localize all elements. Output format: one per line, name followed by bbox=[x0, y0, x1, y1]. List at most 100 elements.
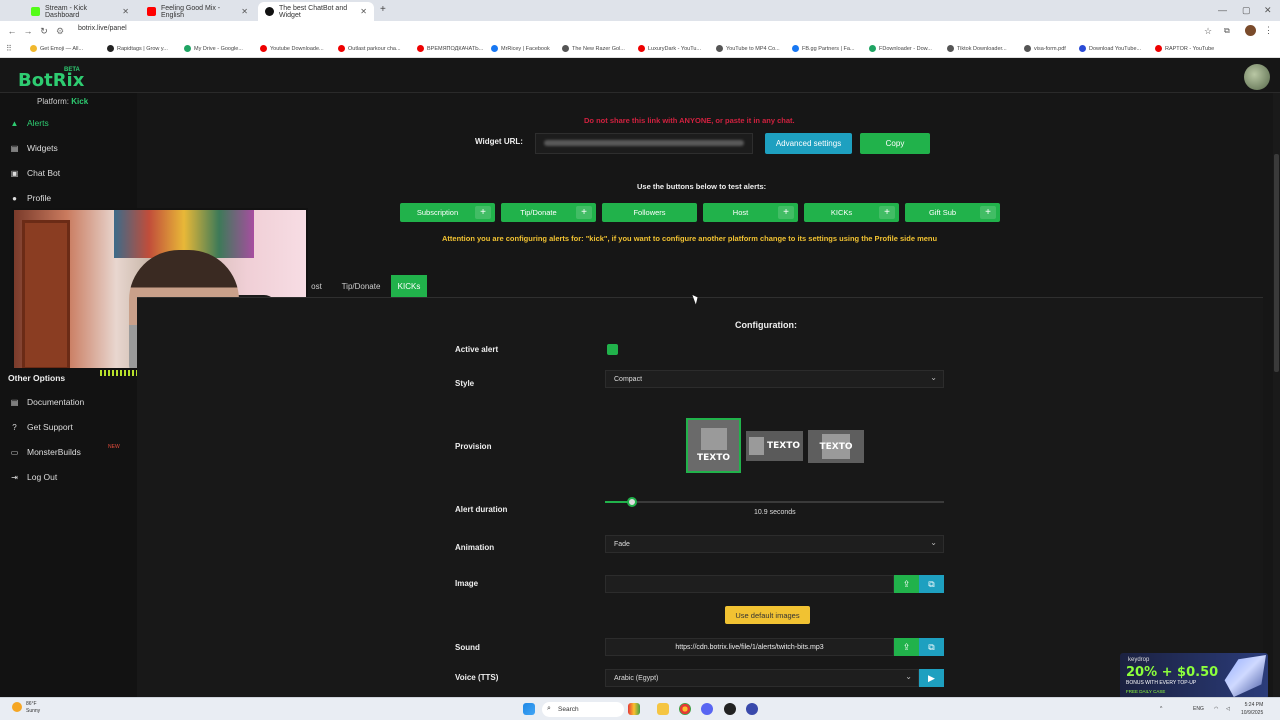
tab-kicks[interactable]: KICKs bbox=[391, 275, 427, 297]
user-icon: ● bbox=[12, 193, 17, 203]
sound-field[interactable]: https://cdn.botrix.live/file/1/alerts/tw… bbox=[605, 638, 894, 656]
gallery-image-icon[interactable]: ⧉ bbox=[919, 575, 944, 593]
copy-button[interactable]: Copy bbox=[860, 133, 930, 154]
bookmark-item[interactable]: Get Emoji — All... bbox=[30, 45, 83, 52]
weather-temp: 86°F bbox=[26, 701, 37, 707]
sidebar-item-monsterbuilds[interactable]: ▭ MonsterBuilds bbox=[10, 447, 81, 457]
new-badge: NEW bbox=[108, 444, 120, 450]
provision-option-side[interactable]: TEXTO bbox=[746, 431, 803, 461]
tab-botrix[interactable]: The best ChatBot and Widget ✕ bbox=[258, 2, 374, 21]
bookmark-item[interactable]: The New Razer Gol... bbox=[562, 45, 625, 52]
app-icon[interactable] bbox=[746, 703, 758, 715]
image-field[interactable] bbox=[605, 575, 894, 593]
gallery-sound-icon[interactable]: ⧉ bbox=[919, 638, 944, 656]
configuration-title: Configuration: bbox=[735, 320, 797, 330]
user-avatar[interactable] bbox=[1244, 64, 1270, 90]
sidebar-item-get-support[interactable]: ? Get Support bbox=[10, 422, 73, 432]
active-alert-checkbox[interactable] bbox=[607, 344, 618, 355]
test-gift-sub-button[interactable]: Gift Sub + bbox=[905, 203, 1000, 222]
back-icon[interactable]: ← bbox=[4, 26, 20, 36]
close-icon[interactable]: ✕ bbox=[360, 7, 367, 16]
bookmark-item[interactable]: Outlast parkour cha... bbox=[338, 45, 401, 52]
volume-icon[interactable]: ◁ bbox=[1226, 706, 1230, 712]
voice-select[interactable]: Arabic (Egypt) ⌄ bbox=[605, 669, 919, 687]
widget-url-field[interactable] bbox=[535, 133, 753, 154]
test-subscription-button[interactable]: Subscription + bbox=[400, 203, 495, 222]
style-select[interactable]: Compact ⌄ bbox=[605, 370, 944, 388]
window-close-icon[interactable]: ✕ bbox=[1264, 5, 1272, 16]
obs-icon[interactable] bbox=[724, 703, 736, 715]
bookmark-item[interactable]: Youtube Downloade... bbox=[260, 45, 324, 52]
bookmark-item[interactable]: MrRicey | Facebook bbox=[491, 45, 550, 52]
botrix-logo[interactable]: BotRix bbox=[18, 70, 84, 91]
bookmark-item[interactable]: ВРЕМЯПОДКАЧАТЬ... bbox=[417, 45, 483, 52]
new-tab-button[interactable]: + bbox=[380, 4, 386, 15]
browser-menu-icon[interactable]: ⋮ bbox=[1264, 25, 1273, 36]
profile-avatar-icon[interactable] bbox=[1245, 25, 1256, 36]
upload-sound-icon[interactable]: ⇪ bbox=[894, 638, 919, 656]
sidebar-item-widgets[interactable]: ▤ Widgets bbox=[10, 143, 58, 153]
file-explorer-icon[interactable] bbox=[657, 703, 669, 715]
chrome-icon[interactable] bbox=[679, 703, 691, 715]
extensions-icon[interactable]: ⧉ bbox=[1224, 26, 1230, 36]
provision-option-overlay[interactable]: TEXTO bbox=[808, 430, 864, 463]
sidebar-item-profile[interactable]: ● Profile bbox=[10, 193, 51, 203]
sidebar-item-label: Get Support bbox=[27, 422, 73, 432]
discord-icon[interactable] bbox=[701, 703, 713, 715]
sidebar-item-log-out[interactable]: ⇥ Log Out bbox=[10, 472, 57, 482]
minimize-icon[interactable]: — bbox=[1218, 5, 1227, 15]
bookmark-item[interactable]: FDownloader - Dow... bbox=[869, 45, 932, 52]
bookmark-item[interactable]: visa-form.pdf bbox=[1024, 45, 1066, 52]
duration-slider-track[interactable] bbox=[605, 501, 944, 503]
advanced-settings-button[interactable]: Advanced settings bbox=[765, 133, 852, 154]
bookmark-item[interactable]: Rapidtags | Grow y... bbox=[107, 45, 168, 52]
bookmark-item[interactable]: RAPTOR - YouTube bbox=[1155, 45, 1214, 52]
bookmark-item[interactable]: YouTube to MP4 Co... bbox=[716, 45, 780, 52]
tab-tip-donate[interactable]: Tip/Donate bbox=[333, 275, 389, 297]
test-followers-button[interactable]: Followers bbox=[602, 203, 697, 222]
reload-icon[interactable]: ↻ bbox=[36, 26, 52, 37]
taskbar-search[interactable]: ⌕ Search bbox=[542, 702, 624, 717]
tray-chevron-icon[interactable]: ^ bbox=[1160, 706, 1162, 712]
wifi-icon[interactable]: ◠ bbox=[1214, 706, 1218, 712]
scrollbar-thumb[interactable] bbox=[1274, 154, 1279, 372]
use-default-images-button[interactable]: Use default images bbox=[725, 606, 810, 624]
bookmark-item[interactable]: FB.gg Partners | Fa... bbox=[792, 45, 854, 52]
apps-icon[interactable]: ⠿ bbox=[6, 44, 12, 53]
close-icon[interactable]: ✕ bbox=[122, 7, 129, 16]
bookmark-star-icon[interactable]: ☆ bbox=[1204, 26, 1212, 37]
close-icon[interactable]: ✕ bbox=[241, 7, 248, 16]
language-indicator[interactable]: ENG bbox=[1193, 706, 1204, 712]
tab-youtube-mix[interactable]: Feeling Good Mix - English ✕ bbox=[140, 2, 255, 21]
bookmark-item[interactable]: My Drive - Google... bbox=[184, 45, 243, 52]
sidebar-item-documentation[interactable]: ▤ Documentation bbox=[10, 397, 84, 407]
taskbar-clock[interactable]: 5:24 PM 10/9/2025 bbox=[1241, 701, 1263, 717]
plus-icon[interactable]: + bbox=[879, 206, 895, 219]
sidebar-item-chat-bot[interactable]: ▣ Chat Bot bbox=[10, 168, 60, 178]
test-kicks-button[interactable]: KICKs + bbox=[804, 203, 899, 222]
plus-icon[interactable]: + bbox=[778, 206, 794, 219]
play-tts-icon[interactable]: ▶ bbox=[919, 669, 944, 687]
url-field[interactable]: botrix.live/panel bbox=[78, 25, 127, 32]
search-icon: ⌕ bbox=[547, 705, 551, 712]
bookmark-item[interactable]: Download YouTube... bbox=[1079, 45, 1141, 52]
test-host-button[interactable]: Host + bbox=[703, 203, 798, 222]
tab-kick-dashboard[interactable]: Stream - Kick Dashboard ✕ bbox=[24, 2, 136, 21]
forward-icon[interactable]: → bbox=[20, 26, 36, 36]
test-tip-donate-button[interactable]: Tip/Donate + bbox=[501, 203, 596, 222]
sidebar-item-alerts[interactable]: ▲ Alerts bbox=[10, 118, 49, 128]
taskbar-widget-icon[interactable] bbox=[628, 703, 640, 715]
animation-value: Fade bbox=[614, 540, 630, 548]
provision-option-stacked[interactable]: TEXTO bbox=[686, 418, 741, 473]
windows-start-icon[interactable] bbox=[523, 703, 535, 715]
site-info-icon[interactable]: ⚙ bbox=[52, 26, 68, 37]
plus-icon[interactable]: + bbox=[576, 206, 592, 219]
upload-image-icon[interactable]: ⇪ bbox=[894, 575, 919, 593]
bookmark-item[interactable]: Tiktok Downloader... bbox=[947, 45, 1007, 52]
tab-host[interactable]: ost bbox=[308, 275, 325, 297]
plus-icon[interactable]: + bbox=[475, 206, 491, 219]
bookmark-item[interactable]: LuxuryDark - YouTu... bbox=[638, 45, 701, 52]
maximize-icon[interactable]: ▢ bbox=[1242, 5, 1251, 16]
plus-icon[interactable]: + bbox=[980, 206, 996, 219]
animation-select[interactable]: Fade ⌄ bbox=[605, 535, 944, 553]
